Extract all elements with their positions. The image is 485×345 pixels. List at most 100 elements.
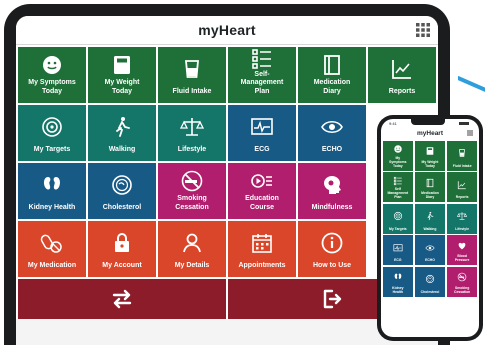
app-header: myHeart (16, 16, 438, 45)
tile-label: Cholesterol (420, 289, 440, 294)
phone-tile-echo[interactable]: ECHO (414, 235, 446, 265)
tile-label: My Details (174, 261, 210, 269)
tablet-tile-my-targets[interactable]: My Targets (18, 105, 86, 161)
tablet-tile-my-medication[interactable]: My Medication (18, 221, 86, 277)
scale-icon (425, 143, 435, 160)
phone-tile-smoking-cessation[interactable]: Smoking Cessation (446, 266, 478, 297)
tablet-screen: myHeart My Symptoms Today My Weight Today… (16, 16, 438, 345)
ecg-monitor-icon (393, 237, 403, 258)
phone-tile-kidney-health[interactable]: Kidney Health (382, 266, 414, 297)
echo-eye-icon (300, 109, 364, 146)
tile-label: How to Use (312, 261, 352, 269)
tablet-tile-kidney-health[interactable]: Kidney Health (18, 163, 86, 219)
tablet-tile-education-course[interactable]: Education Course (228, 163, 296, 219)
tablet-tile-smoking-cessation[interactable]: Smoking Cessation (158, 163, 226, 219)
tile-label: ECG (394, 258, 402, 262)
phone-tile-blood-pressure[interactable]: Blood Pressure (446, 235, 478, 265)
checklist-icon (230, 47, 294, 71)
phone-tile-ecg[interactable]: ECG (382, 235, 414, 265)
tablet-bottom-bar (16, 279, 438, 319)
target-icon (20, 109, 84, 146)
switch-button[interactable] (18, 279, 226, 319)
cholesterol-icon (90, 167, 154, 204)
tile-label: Self- Management Plan (240, 70, 284, 95)
connector-line (458, 76, 485, 92)
kidneys-icon (20, 167, 84, 204)
phone-tile-fluid-intake[interactable]: Fluid Intake (446, 140, 478, 171)
tile-label: Lifestyle (177, 145, 207, 153)
tablet-tile-medication-diary[interactable]: Medication Diary (298, 47, 366, 103)
phone-tile-self-management-plan[interactable]: Self Management Plan (382, 172, 414, 202)
walking-icon (90, 109, 154, 146)
tile-label: Fluid Intake (172, 87, 212, 95)
tablet-tile-self-management-plan[interactable]: Self- Management Plan (228, 47, 296, 103)
checklist-icon (393, 174, 403, 187)
play-list-icon (230, 167, 294, 195)
phone-app-header: myHeart (381, 127, 479, 139)
no-smoking-icon (457, 269, 467, 286)
tablet-tile-my-account[interactable]: My Account (88, 221, 156, 277)
echo-eye-icon (425, 237, 435, 258)
tablet-tile-how-to-use[interactable]: How to Use (298, 221, 366, 277)
tablet-tile-appointments[interactable]: Appointments (228, 221, 296, 277)
phone-device: 9:41 myHeart My Symptoms Today My Weight … (377, 115, 483, 341)
smiley-face-icon (20, 51, 84, 79)
phone-tile-my-weight-today[interactable]: My Weight Today (414, 140, 446, 171)
line-chart-icon (370, 51, 434, 88)
tile-label: Self Management Plan (387, 187, 409, 199)
tile-label: Reports (455, 195, 469, 199)
tile-label: Lifestyle (455, 226, 470, 231)
phone-tile-reports[interactable]: Reports (446, 172, 478, 202)
tile-label: ECHO (321, 145, 343, 153)
tablet-tile-cholesterol[interactable]: Cholesterol (88, 163, 156, 219)
tablet-tile-echo[interactable]: ECHO (298, 105, 366, 161)
battery-icon (458, 121, 469, 125)
walking-icon (425, 206, 435, 227)
phone-tile-walking[interactable]: Walking (414, 203, 446, 234)
tablet-tile-my-weight-today[interactable]: My Weight Today (88, 47, 156, 103)
person-icon (160, 225, 224, 262)
phone-notch (410, 119, 445, 125)
tablet-tile-fluid-intake[interactable]: Fluid Intake (158, 47, 226, 103)
phone-tile-my-symptoms-today[interactable]: My Symptoms Today (382, 140, 414, 171)
tile-label: Education Course (245, 195, 279, 211)
pills-icon (20, 225, 84, 262)
phone-tile-grid: My Symptoms Today My Weight Today Fluid In… (381, 139, 479, 337)
phone-tile-my-targets[interactable]: My Targets (382, 203, 414, 234)
water-glass-icon (160, 51, 224, 88)
tablet-tile-lifestyle[interactable]: Lifestyle (158, 105, 226, 161)
tablet-tile-my-details[interactable]: My Details (158, 221, 226, 277)
tablet-tile-ecg[interactable]: ECG (228, 105, 296, 161)
tile-label: Medication Diary (313, 79, 351, 95)
smiley-face-icon (393, 143, 403, 156)
tile-label: Blood Pressure (454, 254, 470, 262)
phone-tile-cholesterol[interactable]: Cholesterol (414, 266, 446, 297)
hamburger-menu-icon[interactable] (467, 130, 473, 136)
no-smoking-icon (160, 167, 224, 195)
tile-label: Fluid Intake (452, 163, 472, 168)
phone-screen: 9:41 myHeart My Symptoms Today My Weight … (381, 119, 479, 337)
tile-label: My Targets (389, 226, 407, 231)
tile-label: My Targets (33, 145, 71, 153)
tablet-tile-walking[interactable]: Walking (88, 105, 156, 161)
kidneys-icon (393, 269, 403, 286)
tile-label: Kidney Health (28, 203, 76, 211)
tile-label: My Account (102, 261, 142, 269)
phone-tile-medication-diary[interactable]: Medication Diary (414, 172, 446, 202)
target-icon (393, 206, 403, 227)
tablet-tile-mindfulness[interactable]: Mindfulness (298, 163, 366, 219)
scale-icon (90, 51, 154, 79)
calendar-icon (230, 225, 294, 262)
tile-label: Kidney Health (392, 285, 404, 294)
tile-label: My Symptoms Today (389, 155, 407, 168)
tablet-tile-my-symptoms-today[interactable]: My Symptoms Today (18, 47, 86, 103)
phone-tile-lifestyle[interactable]: Lifestyle (446, 203, 478, 234)
status-time: 9:41 (389, 120, 397, 126)
tile-label: Walking (108, 145, 136, 153)
water-glass-icon (457, 143, 467, 164)
tile-label: Cholesterol (102, 203, 142, 211)
tablet-tile-grid: My Symptoms Today My Weight Today Fluid In… (16, 45, 438, 279)
tablet-tile-reports[interactable]: Reports (368, 47, 436, 103)
grid-menu-icon[interactable] (416, 23, 430, 37)
book-icon (300, 51, 364, 79)
